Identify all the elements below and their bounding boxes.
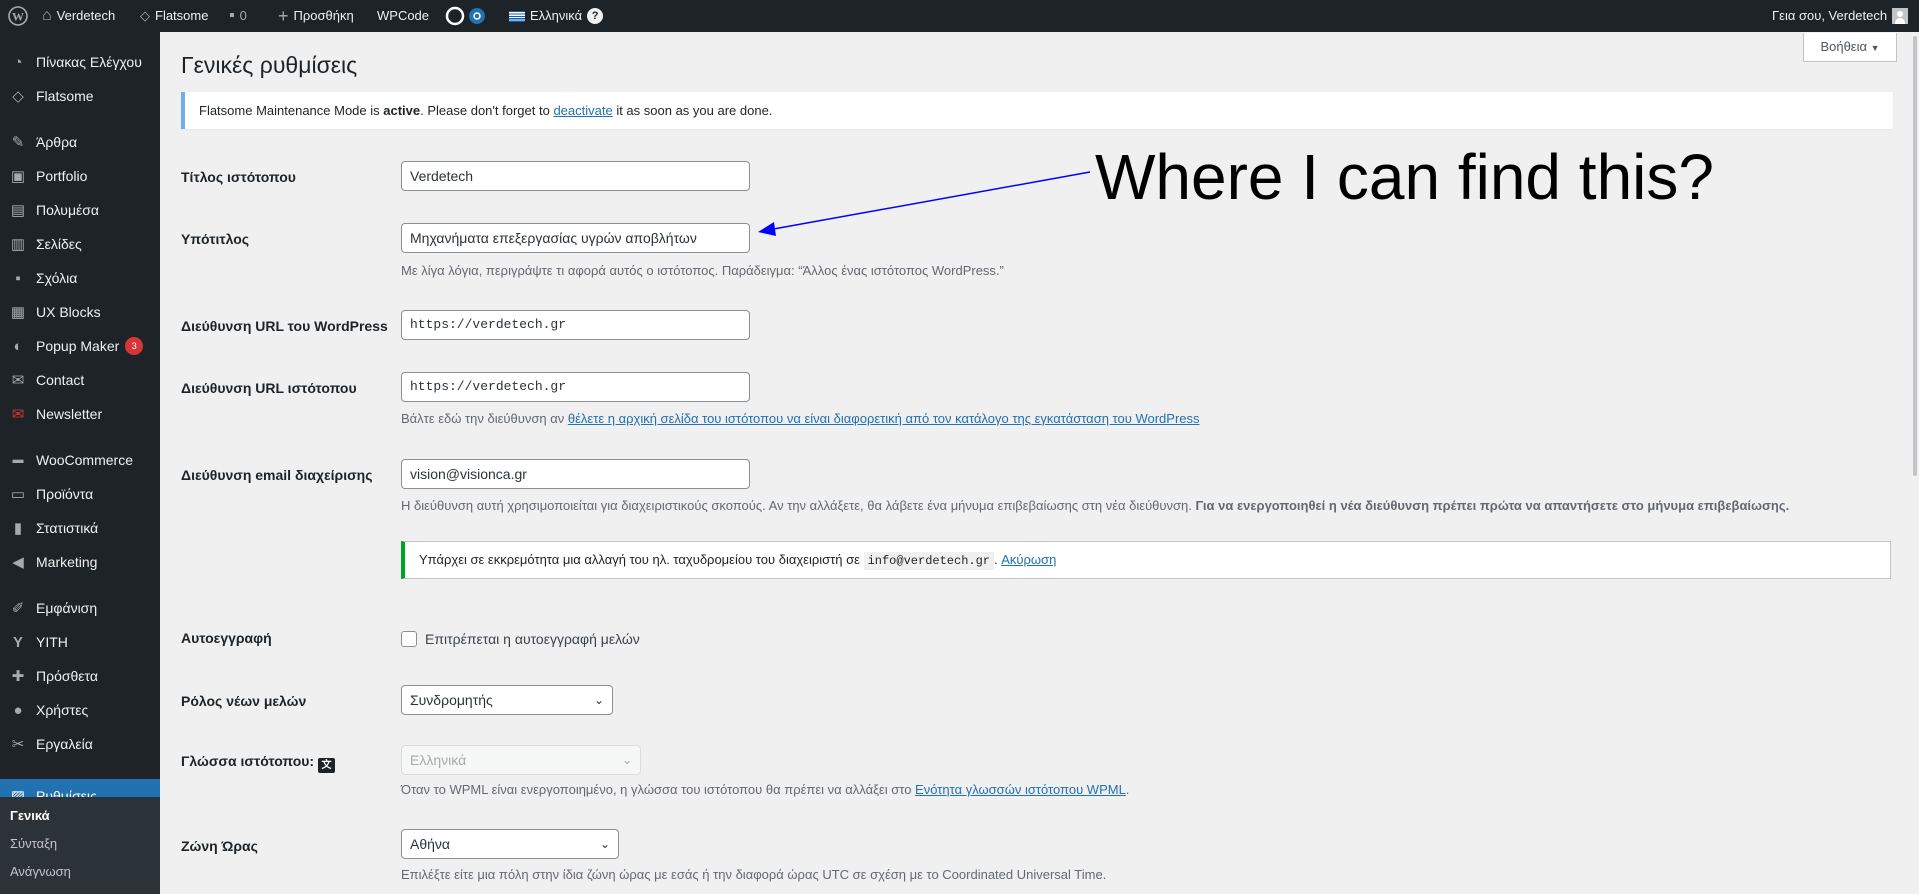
scrollbar-thumb[interactable] [1913, 36, 1917, 476]
annotation-arrow [758, 171, 1091, 236]
annotation-text: Where I can find this? [1095, 141, 1714, 213]
